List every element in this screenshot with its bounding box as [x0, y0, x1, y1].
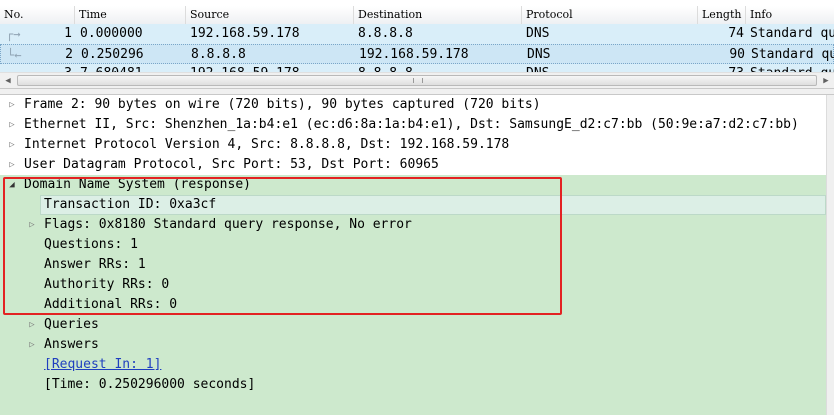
packet-details-pane: ▷ Frame 2: 90 bytes on wire (720 bits), …: [0, 95, 834, 415]
packet-time: 0.250296: [81, 47, 144, 62]
packet-source: 8.8.8.8: [191, 47, 246, 62]
tree-item-label: Internet Protocol Version 4, Src: 8.8.8.…: [24, 137, 510, 152]
tree-item-label: Frame 2: 90 bytes on wire (720 bits), 90…: [24, 97, 541, 112]
expand-arrow-icon[interactable]: ▷: [26, 335, 38, 355]
vertical-scrollbar[interactable]: [826, 95, 834, 415]
packet-info: Standard qu: [750, 26, 834, 41]
tree-item-label: Queries: [44, 317, 99, 332]
expand-arrow-icon[interactable]: ▷: [6, 155, 18, 175]
packet-source: 192.168.59.178: [190, 64, 352, 72]
packet-time: 7.680481: [80, 64, 184, 72]
packet-row-selected[interactable]: └← 2 0.250296 8.8.8.8 192.168.59.178 DNS…: [0, 44, 834, 64]
expand-arrow-icon[interactable]: ▷: [6, 115, 18, 135]
column-header-destination[interactable]: Destination: [354, 6, 522, 24]
packet-no: 2: [65, 47, 73, 62]
packet-length: 73: [700, 64, 744, 72]
packet-no: 1: [64, 26, 72, 41]
tree-item-label: Ethernet II, Src: Shenzhen_1a:b4:e1 (ec:…: [24, 117, 799, 132]
packet-protocol: DNS: [526, 26, 550, 41]
column-header-length[interactable]: Length: [698, 6, 746, 24]
grip-icon: [413, 78, 423, 83]
packet-time: 0.000000: [80, 26, 143, 41]
column-header-no[interactable]: No.: [0, 6, 75, 24]
packet-info: Standard qu: [750, 64, 834, 72]
packet-info: Standard qu: [751, 47, 834, 62]
scroll-right-icon[interactable]: ▶: [818, 73, 834, 89]
scroll-left-icon[interactable]: ◀: [0, 73, 16, 89]
packet-row[interactable]: 3 7.680481 192.168.59.178 8.8.8.8 DNS 73…: [0, 64, 834, 72]
packet-protocol: DNS: [527, 47, 551, 62]
packet-protocol: DNS: [526, 64, 696, 72]
column-header-source[interactable]: Source: [186, 6, 354, 24]
packet-list-header: No. Time Source Destination Protocol Len…: [0, 6, 834, 25]
pane-splitter[interactable]: [0, 88, 834, 95]
column-header-info[interactable]: Info: [746, 6, 834, 24]
response-relation-icon: └←: [7, 48, 22, 62]
packet-destination: 8.8.8.8: [358, 64, 520, 72]
request-in-link[interactable]: [Request In: 1]: [44, 355, 161, 375]
expand-arrow-icon[interactable]: ▷: [6, 135, 18, 155]
tree-item-label: User Datagram Protocol, Src Port: 53, Ds…: [24, 157, 439, 172]
packet-no: 3: [40, 64, 72, 72]
packet-source: 192.168.59.178: [190, 26, 300, 41]
tree-item-label: Answers: [44, 337, 99, 352]
expand-arrow-icon[interactable]: ▷: [6, 95, 18, 115]
packet-destination: 8.8.8.8: [358, 26, 413, 41]
tree-item-label: [Time: 0.250296000 seconds]: [44, 377, 256, 392]
packet-destination: 192.168.59.178: [359, 47, 469, 62]
packet-row[interactable]: ┌→ 1 0.000000 192.168.59.178 8.8.8.8 DNS…: [0, 24, 834, 44]
packet-length: 74: [728, 26, 744, 41]
horizontal-scrollbar[interactable]: ◀ ▶: [0, 72, 834, 89]
packet-length: 90: [729, 47, 745, 62]
scrollbar-thumb[interactable]: [17, 75, 817, 86]
column-header-time[interactable]: Time: [75, 6, 186, 24]
packet-list-pane: No. Time Source Destination Protocol Len…: [0, 0, 834, 89]
expand-arrow-icon[interactable]: ▷: [26, 315, 38, 335]
column-header-protocol[interactable]: Protocol: [522, 6, 698, 24]
annotation-highlight-box: [3, 177, 562, 315]
request-relation-icon: ┌→: [6, 27, 21, 41]
